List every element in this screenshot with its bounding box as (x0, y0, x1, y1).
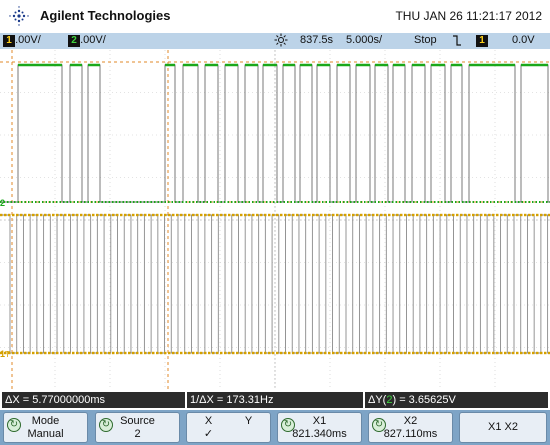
mode-label: Mode (31, 415, 60, 427)
status-bar: 1 1.00V/ 2 1.00V/ 837.5s 5.000s/ Stop 1 … (0, 33, 550, 49)
brand-name: Agilent Technologies (40, 8, 171, 23)
trigger-level-marker: T (5, 350, 10, 359)
x2-label: X2 (403, 415, 418, 427)
xy-softkey[interactable]: X Y ✓ (186, 412, 271, 443)
delta-y-suffix: ) = 3.65625V (392, 394, 456, 406)
ch2-ground-marker: 2 (0, 198, 5, 208)
x1-label: X1 (312, 415, 327, 427)
ch2-badge: 2 (68, 35, 80, 47)
ch1-badge: 1 (3, 35, 15, 47)
ch1-scale-group[interactable]: 1 1.00V/ (3, 34, 41, 47)
oscilloscope-screen: Agilent Technologies THU JAN 26 11:21:17… (0, 0, 550, 445)
ch2-scale-group[interactable]: 2 1.00V/ (68, 34, 106, 47)
time-position[interactable]: 837.5s (300, 34, 333, 46)
waveform-svg: 21 T (0, 50, 550, 390)
time-scale[interactable]: 5.000s/ (346, 34, 382, 46)
title-bar: Agilent Technologies THU JAN 26 11:21:17… (0, 0, 550, 33)
agilent-spark-logo (9, 6, 29, 26)
mode-softkey[interactable]: ↻ Mode Manual (3, 412, 88, 443)
x2-value: 827.110ms (383, 428, 438, 440)
check-icon: ✓ (203, 428, 214, 440)
sun-icon (274, 33, 288, 47)
date-time: THU JAN 26 11:21:17 2012 (395, 9, 542, 23)
trigger-level[interactable]: 0.0V (512, 34, 535, 46)
x1-softkey[interactable]: ↻ X1 821.340ms (277, 412, 362, 443)
delta-y-readout: ΔY(2) = 3.65625V (365, 392, 548, 408)
run-state[interactable]: Stop (414, 34, 437, 46)
waveform-display[interactable]: 21T (0, 50, 550, 390)
trigger-source-badge: 1 (476, 35, 488, 47)
delta-y-prefix: ΔY( (368, 394, 387, 406)
x1x2-label: X1 X2 (488, 421, 518, 433)
falling-edge-icon (452, 34, 462, 47)
x1x2-softkey[interactable]: X1 X2 (459, 412, 547, 443)
mode-value: Manual (27, 428, 64, 440)
inv-delta-x-readout: 1/ΔX = 173.31Hz (187, 392, 363, 408)
delta-x-readout: ΔX = 5.77000000ms (2, 392, 185, 408)
x2-softkey[interactable]: ↻ X2 827.110ms (368, 412, 453, 443)
x1-value: 821.340ms (292, 428, 347, 440)
